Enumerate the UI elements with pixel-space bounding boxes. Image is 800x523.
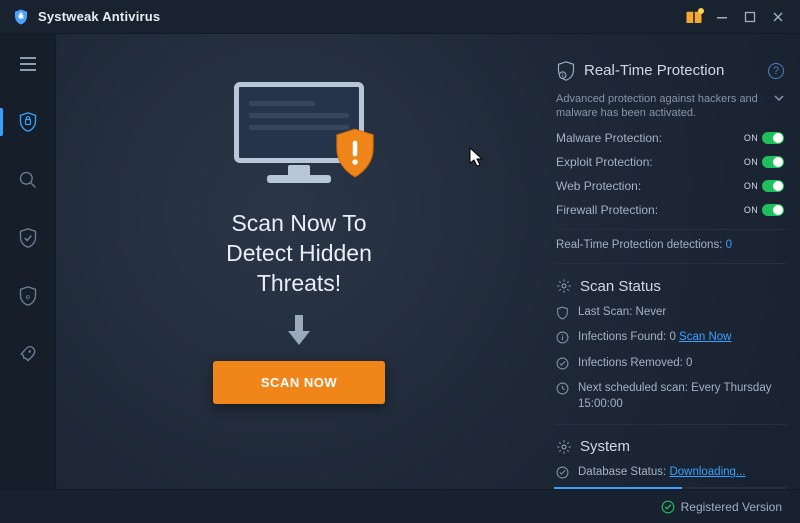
svg-text:e: e — [25, 291, 30, 301]
maximize-button[interactable] — [736, 5, 764, 29]
nav-scan[interactable] — [0, 160, 56, 200]
close-button[interactable] — [764, 5, 792, 29]
scan-status-header: Scan Status — [556, 278, 784, 295]
nav-boost[interactable] — [0, 334, 56, 374]
db-status-value[interactable]: Downloading... — [669, 466, 745, 478]
monitor-illustration — [224, 82, 374, 187]
rtp-row-firewall: Firewall Protection: ON — [556, 203, 784, 217]
rtp-header: i Real-Time Protection ? — [556, 60, 784, 82]
clock-icon — [556, 382, 570, 395]
toggle-web[interactable] — [762, 180, 784, 192]
rtp-detections: Real-Time Protection detections: 0 — [556, 239, 784, 251]
gear-icon — [556, 278, 572, 294]
rtp-row-web: Web Protection: ON — [556, 179, 784, 193]
app-title: Systweak Antivirus — [38, 9, 160, 24]
nav-browser[interactable]: e — [0, 276, 56, 316]
sidebar: e — [0, 34, 56, 489]
system-title: System — [580, 438, 784, 455]
title-bar: Systweak Antivirus — [0, 0, 800, 34]
help-icon[interactable]: ? — [768, 63, 784, 79]
cursor-icon — [469, 147, 483, 167]
rtp-advanced-toggle[interactable]: Advanced protection against hackers and … — [556, 92, 784, 122]
last-scan-row: Last Scan: Never — [556, 305, 784, 321]
registered-label: Registered Version — [681, 500, 782, 514]
shield-small-icon — [556, 306, 570, 320]
rtp-row-exploit: Exploit Protection: ON — [556, 155, 784, 169]
promo-icon[interactable] — [680, 5, 708, 29]
scan-now-link[interactable]: Scan Now — [679, 331, 731, 343]
toggle-malware[interactable] — [762, 132, 784, 144]
center-pane: Scan Now To Detect Hidden Threats! SCAN … — [56, 34, 542, 489]
rtp-title: Real-Time Protection — [584, 62, 760, 79]
check-icon — [661, 500, 675, 514]
db-progress — [554, 487, 786, 489]
alert-shield-icon — [332, 127, 378, 179]
minimize-button[interactable] — [708, 5, 736, 29]
toggle-exploit[interactable] — [762, 156, 784, 168]
db-status-row: Database Status: Downloading... — [556, 465, 784, 481]
toggle-firewall[interactable] — [762, 204, 784, 216]
next-scan-row: Next scheduled scan: Every Thursday 15:0… — [556, 381, 784, 412]
chevron-down-icon — [774, 94, 784, 102]
arrow-down-icon — [284, 313, 314, 347]
scan-status-title: Scan Status — [580, 278, 784, 295]
nav-quarantine[interactable] — [0, 218, 56, 258]
check-circle-icon — [556, 466, 570, 479]
scan-now-button[interactable]: SCAN NOW — [213, 361, 385, 404]
nav-protection[interactable] — [0, 102, 56, 142]
svg-text:i: i — [562, 73, 563, 79]
headline: Scan Now To Detect Hidden Threats! — [226, 209, 372, 299]
system-header: System — [556, 438, 784, 455]
info-icon — [556, 331, 570, 344]
infections-removed-row: Infections Removed: 0 — [556, 356, 784, 372]
shield-info-icon: i — [556, 60, 576, 82]
menu-button[interactable] — [0, 44, 56, 84]
footer: Registered Version — [0, 489, 800, 523]
check-circle-icon — [556, 357, 570, 370]
right-panel: i Real-Time Protection ? Advanced protec… — [542, 34, 800, 489]
app-logo-icon — [12, 8, 30, 26]
rtp-advanced-text: Advanced protection against hackers and … — [556, 92, 766, 122]
gear-icon — [556, 439, 572, 455]
infections-found-row: Infections Found: 0 Scan Now — [556, 330, 784, 346]
rtp-row-malware: Malware Protection: ON — [556, 131, 784, 145]
